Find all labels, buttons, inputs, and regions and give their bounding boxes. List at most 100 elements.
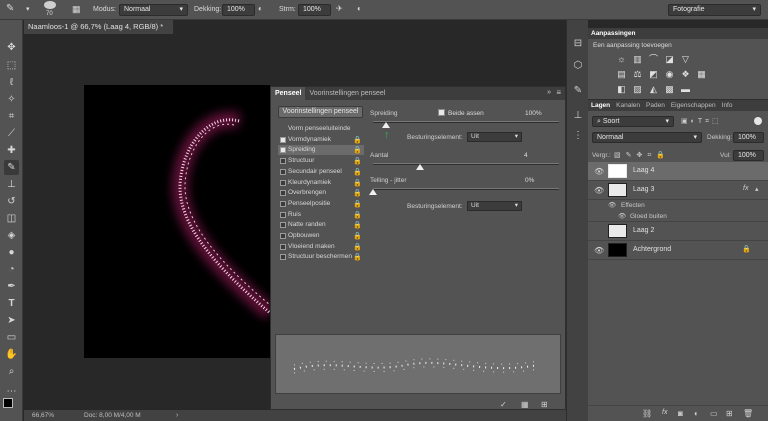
rectangle-tool-icon[interactable]: ▭ bbox=[4, 330, 19, 345]
brush-tool-icon[interactable]: ✎ bbox=[4, 160, 19, 175]
setting-checkbox[interactable] bbox=[280, 233, 286, 239]
lock-icon[interactable]: 🔒 bbox=[353, 157, 362, 167]
eraser-tool-icon[interactable]: ◫ bbox=[4, 211, 19, 226]
lasso-tool-icon[interactable]: ℓ bbox=[4, 75, 19, 90]
tab-adjustments[interactable]: Aanpassingen bbox=[588, 30, 638, 37]
lock-icon[interactable]: 🔒 bbox=[742, 245, 751, 253]
effects-row[interactable]: 👁 Effecten bbox=[588, 200, 768, 211]
more-tools-icon[interactable]: ⋯ bbox=[4, 384, 19, 399]
3d-icon[interactable]: ⬡ bbox=[572, 60, 584, 72]
link-layers-icon[interactable]: ⛓ bbox=[642, 409, 652, 418]
zoom-tool-icon[interactable]: ⌕ bbox=[4, 364, 19, 379]
flow-field[interactable]: 100% bbox=[298, 4, 331, 16]
lock-icon[interactable]: 🔒 bbox=[353, 146, 362, 156]
add-mask-icon[interactable]: ◙ bbox=[678, 409, 683, 418]
brush-setting-item[interactable]: Vormdynamiek 🔒 bbox=[278, 135, 364, 145]
workspace-select[interactable]: Fotografie ▾ bbox=[668, 4, 761, 16]
tab-brush[interactable]: Penseel bbox=[271, 87, 306, 100]
brush-presets-button[interactable]: Voorinstellingen penseel bbox=[278, 106, 363, 118]
blend-mode-select[interactable]: Normaal ▾ bbox=[592, 132, 702, 143]
brush-setting-item[interactable]: Vloeiend maken 🔒 bbox=[278, 242, 364, 252]
tab-brush-presets[interactable]: Voorinstellingen penseel bbox=[305, 87, 389, 100]
scatter-slider-thumb[interactable] bbox=[382, 122, 391, 128]
brush-setting-item[interactable]: Kleurdynamiek 🔒 bbox=[278, 178, 364, 188]
clone-stamp-tool-icon[interactable]: ⊥ bbox=[4, 177, 19, 192]
pressure-size-icon[interactable]: ◐ bbox=[357, 4, 362, 14]
layer-filter-icons[interactable]: ▣◐T⌗⬚ bbox=[681, 117, 722, 126]
layer-row-achtergrond[interactable]: 👁 Achtergrond 🔒 bbox=[588, 241, 768, 260]
foreground-color-swatch[interactable] bbox=[3, 398, 13, 408]
brush-setting-item[interactable]: Ruis 🔒 bbox=[278, 210, 364, 220]
count-jitter-slider-thumb[interactable] bbox=[369, 189, 377, 195]
filter-toggle-icon[interactable] bbox=[754, 117, 762, 125]
setting-checkbox[interactable] bbox=[280, 211, 286, 218]
visibility-eye-icon[interactable]: 👁 bbox=[594, 186, 604, 195]
outer-glow-row[interactable]: 👁 Gloed buiten bbox=[588, 211, 768, 222]
airbrush-icon[interactable]: ✈ bbox=[336, 4, 343, 14]
opacity-field[interactable]: 100% bbox=[222, 4, 255, 16]
layer-row-laag-2[interactable]: 👁 Laag 2 bbox=[588, 222, 768, 241]
exposure-icon[interactable]: ◪ bbox=[664, 54, 675, 65]
brush-panel-toggle-icon[interactable]: ▦ bbox=[72, 4, 81, 14]
fx-icon[interactable]: fx bbox=[662, 409, 667, 416]
layer-row-laag-3[interactable]: 👁 Laag 3 fx ▴ bbox=[588, 181, 768, 200]
history-brush-tool-icon[interactable]: ↺ bbox=[4, 194, 19, 209]
color-lookup-icon[interactable]: ▦ bbox=[696, 69, 707, 80]
brush-preview-icon[interactable] bbox=[44, 1, 56, 9]
tab-channels[interactable]: Kanalen bbox=[613, 100, 643, 111]
lock-icon[interactable]: 🔒 bbox=[353, 179, 362, 189]
outer-glow-eye-icon[interactable]: 👁 bbox=[618, 212, 626, 220]
toggle-preview-icon[interactable]: ✓ bbox=[500, 400, 507, 409]
dodge-tool-icon[interactable]: ◔ bbox=[4, 262, 19, 277]
setting-checkbox[interactable] bbox=[280, 254, 286, 261]
crop-tool-icon[interactable]: ⌗ bbox=[4, 109, 19, 124]
setting-checkbox[interactable] bbox=[280, 179, 286, 186]
lock-icon[interactable]: 🔒 bbox=[353, 243, 362, 253]
channel-mixer-icon[interactable]: ❖ bbox=[680, 69, 691, 80]
lock-icon[interactable]: 🔒 bbox=[353, 232, 362, 242]
vibrance-icon[interactable]: ▽ bbox=[680, 54, 691, 65]
brush-setting-item[interactable]: Secundair penseel 🔒 bbox=[278, 167, 364, 177]
new-group-icon[interactable]: ▭ bbox=[710, 409, 718, 418]
setting-checkbox[interactable] bbox=[280, 136, 286, 143]
eyedropper-tool-icon[interactable]: ⟋ bbox=[4, 126, 19, 141]
curves-icon[interactable]: ⌒ bbox=[648, 54, 659, 65]
layer-name[interactable]: Laag 2 bbox=[633, 227, 654, 234]
adjustment-layer-icon[interactable]: ◐ bbox=[694, 409, 699, 418]
layer-filter-select[interactable]: ⌕ Soort ▾ bbox=[592, 116, 674, 127]
setting-checkbox[interactable] bbox=[280, 168, 286, 175]
info-chevron-icon[interactable]: › bbox=[176, 410, 178, 421]
color-balance-icon[interactable]: ⚖ bbox=[632, 69, 643, 80]
count-slider-thumb[interactable] bbox=[415, 164, 424, 170]
layer-name[interactable]: Laag 3 bbox=[633, 186, 654, 193]
scatter-value[interactable]: 100% bbox=[525, 110, 542, 117]
blur-tool-icon[interactable]: ● bbox=[4, 245, 19, 260]
panel-menu-icon[interactable]: ≡ bbox=[556, 88, 561, 97]
fx-badge[interactable]: fx bbox=[743, 185, 748, 192]
visibility-eye-icon[interactable]: 👁 bbox=[594, 246, 604, 255]
hue-saturation-icon[interactable]: ▤ bbox=[616, 69, 627, 80]
brush-setting-item[interactable]: Natte randen 🔒 bbox=[278, 220, 364, 230]
collapse-panel-icon[interactable]: » bbox=[547, 89, 551, 96]
setting-checkbox[interactable] bbox=[280, 200, 286, 207]
gradient-map-icon[interactable]: ▬ bbox=[680, 84, 691, 95]
chevron-down-icon[interactable]: ▾ bbox=[26, 5, 30, 15]
brush-setting-item[interactable]: Spreiding 🔒 bbox=[278, 145, 364, 156]
lock-icon[interactable]: 🔒 bbox=[353, 211, 362, 221]
mode-select[interactable]: Normaal ▾ bbox=[119, 4, 188, 16]
both-axes-checkbox[interactable] bbox=[438, 109, 445, 116]
document-tab[interactable]: Naamloos-1 @ 66,7% (Laag 4, RGB/8) * bbox=[24, 20, 174, 34]
visibility-eye-icon[interactable]: 👁 bbox=[594, 167, 604, 176]
lock-icon[interactable]: 🔒 bbox=[353, 221, 362, 231]
posterize-icon[interactable]: ▨ bbox=[632, 84, 643, 95]
tab-layers[interactable]: Lagen bbox=[588, 100, 613, 111]
count-slider-track[interactable] bbox=[373, 163, 559, 165]
layer-name[interactable]: Achtergrond bbox=[633, 246, 671, 253]
delete-layer-icon[interactable]: 🗑 bbox=[743, 409, 753, 418]
count-jitter-slider-track[interactable] bbox=[373, 188, 559, 190]
history-icon[interactable]: ⊟ bbox=[572, 38, 584, 50]
photo-filter-icon[interactable]: ◉ bbox=[664, 69, 675, 80]
brush-setting-item[interactable]: Penseelpositie 🔒 bbox=[278, 199, 364, 209]
brush-setting-item[interactable]: Overbrengen 🔒 bbox=[278, 188, 364, 198]
type-tool-icon[interactable]: T bbox=[4, 296, 19, 311]
